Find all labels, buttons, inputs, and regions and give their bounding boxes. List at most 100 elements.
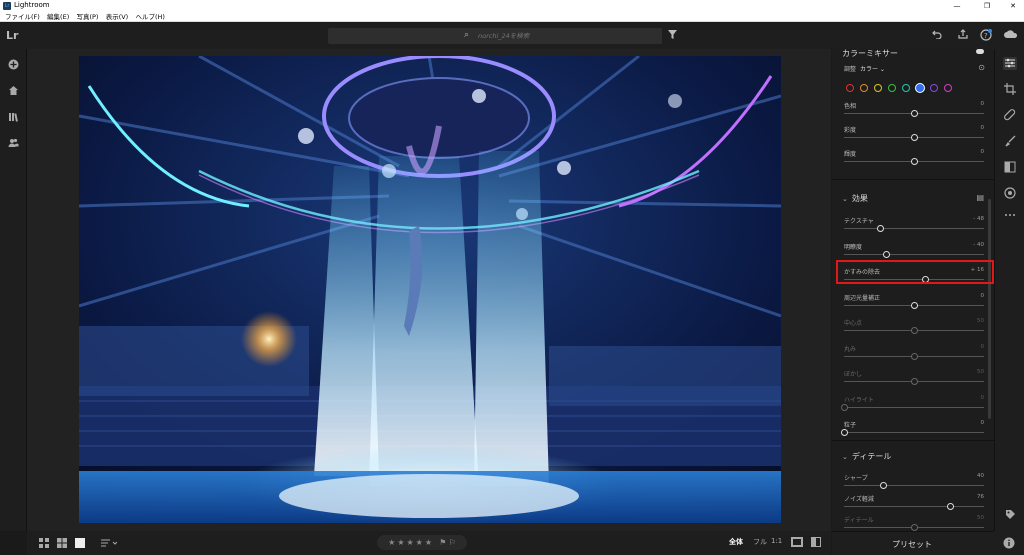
share-icon[interactable] (958, 29, 968, 42)
color-swatch[interactable] (846, 84, 854, 92)
menu-view[interactable]: 表示(V) (106, 12, 129, 22)
detail-slider-label: ノイズ軽減 (844, 496, 874, 503)
presets-button[interactable]: プリセット (892, 539, 932, 550)
lr-logo[interactable]: Lr (6, 29, 18, 42)
effects-slider-knob[interactable] (840, 429, 848, 436)
effects-slider-value[interactable]: 50 (977, 318, 984, 324)
target-adjust-icon[interactable]: ⊙ (978, 63, 985, 72)
people-icon[interactable] (7, 137, 20, 149)
effects-slider-value[interactable]: 0 (981, 420, 985, 426)
divider (832, 440, 994, 441)
detail-slider-knob[interactable] (946, 503, 954, 510)
home-icon[interactable] (7, 85, 20, 97)
effects-header[interactable]: ⌄ 効果 (842, 193, 868, 204)
effects-slider-knob[interactable] (910, 301, 918, 309)
color-mixer-title[interactable]: カラーミキサー (842, 49, 898, 59)
cloud-icon[interactable] (1004, 29, 1018, 42)
color-mixer-toggle[interactable] (976, 49, 984, 54)
tag-icon[interactable] (1003, 509, 1017, 522)
healing-icon[interactable] (1003, 109, 1017, 122)
effects-slider-knob[interactable] (910, 352, 918, 360)
detail-slider-track[interactable] (844, 485, 984, 486)
radial-gradient-icon[interactable] (1003, 187, 1017, 200)
effects-slider-knob[interactable] (882, 250, 890, 258)
color-mixer-slider-value[interactable]: 0 (981, 101, 985, 107)
square-grid-icon[interactable] (57, 538, 67, 550)
crop-icon[interactable] (1003, 83, 1017, 96)
menu-file[interactable]: ファイル(F) (5, 12, 40, 22)
brush-icon[interactable] (1003, 135, 1017, 148)
more-icon[interactable] (1003, 209, 1017, 222)
search-box[interactable]: ⌕ (328, 28, 662, 44)
color-mixer-slider-knob[interactable] (910, 134, 918, 141)
zoom-fit-option[interactable]: 全体 (729, 537, 743, 547)
color-swatch[interactable] (930, 84, 938, 92)
color-swatch[interactable] (944, 84, 952, 92)
effects-slider-track[interactable] (844, 432, 984, 433)
effects-slider-track[interactable] (844, 228, 984, 229)
panel-scrollbar[interactable] (988, 199, 991, 419)
effects-slider-value[interactable]: - 40 (973, 242, 984, 248)
rating-flag-group: ★★★★★ ⚑ ⚐ (377, 535, 467, 550)
search-input[interactable] (478, 30, 648, 42)
zoom-1to1-option[interactable]: 1:1 (771, 537, 782, 545)
undo-icon[interactable] (932, 29, 942, 42)
color-mixer-slider-value[interactable]: 0 (981, 125, 985, 131)
presets-bar: プリセット (832, 531, 994, 555)
detail-header[interactable]: ⌄ ディテール (842, 451, 891, 462)
color-mixer-slider-value[interactable]: 0 (981, 149, 985, 155)
menu-photo[interactable]: 写真(P) (76, 12, 98, 22)
compare-icon[interactable] (791, 537, 803, 549)
detail-view-icon[interactable] (75, 538, 85, 548)
color-mixer-slider-knob[interactable] (910, 110, 918, 117)
linear-gradient-icon[interactable] (1003, 161, 1017, 174)
add-icon[interactable] (7, 59, 20, 71)
sort-icon[interactable] (101, 538, 118, 550)
flag-pick-icon[interactable]: ⚑ (439, 538, 446, 547)
detail-slider-value[interactable]: 40 (977, 473, 984, 479)
detail-slider-value[interactable]: 76 (977, 494, 984, 500)
before-after-icon[interactable] (811, 537, 821, 549)
adjust-dropdown[interactable]: カラー ⌄ (860, 64, 885, 73)
color-mixer-slider-knob[interactable] (910, 158, 918, 165)
color-swatch[interactable] (902, 84, 910, 92)
edit-sliders-icon[interactable] (1003, 57, 1017, 70)
star-rating[interactable]: ★★★★★ (388, 538, 434, 547)
effects-slider-value[interactable]: - 48 (973, 216, 984, 222)
info-icon[interactable] (1003, 537, 1015, 551)
effects-slider-value[interactable]: 0 (981, 344, 985, 350)
effects-slider-track[interactable] (844, 253, 984, 255)
effects-slider-knob[interactable] (840, 403, 848, 411)
library-icon[interactable] (7, 111, 20, 123)
detail-slider-track[interactable] (844, 506, 984, 507)
flag-reject-icon[interactable]: ⚐ (449, 538, 456, 547)
chevron-down-icon: ⌄ (842, 453, 848, 461)
effects-slider-value[interactable]: 0 (981, 395, 985, 401)
effects-menu-icon[interactable]: ▤ (976, 193, 984, 202)
color-mixer-slider-label: 色相 (844, 103, 857, 110)
effects-slider-label: 明瞭度 (844, 243, 863, 251)
menu-edit[interactable]: 編集(E) (47, 12, 69, 22)
maximize-button[interactable]: ❐ (978, 0, 996, 12)
menu-help[interactable]: ヘルプ(H) (135, 12, 164, 22)
effects-slider-knob[interactable] (910, 327, 918, 334)
effects-slider-value[interactable]: 0 (981, 293, 985, 299)
color-swatch[interactable] (874, 84, 882, 92)
color-swatch[interactable] (916, 84, 924, 92)
effects-slider-value[interactable]: 50 (977, 369, 984, 375)
help-icon[interactable]: ? (980, 29, 992, 44)
filter-icon[interactable] (668, 30, 677, 42)
photo-preview[interactable] (79, 56, 781, 523)
detail-slider-value[interactable]: 50 (977, 515, 984, 521)
effects-slider-track[interactable] (844, 406, 984, 408)
detail-slider-knob[interactable] (910, 524, 918, 531)
detail-slider-knob[interactable] (879, 482, 887, 489)
grid-view-icon[interactable] (39, 538, 49, 550)
zoom-fill-option[interactable]: フル (753, 537, 767, 547)
minimize-button[interactable]: — (948, 0, 966, 12)
effects-slider-knob[interactable] (910, 378, 918, 385)
close-button[interactable]: ✕ (1004, 0, 1022, 12)
color-swatch[interactable] (860, 84, 868, 92)
effects-slider-knob[interactable] (876, 225, 884, 232)
color-swatch[interactable] (888, 84, 896, 92)
